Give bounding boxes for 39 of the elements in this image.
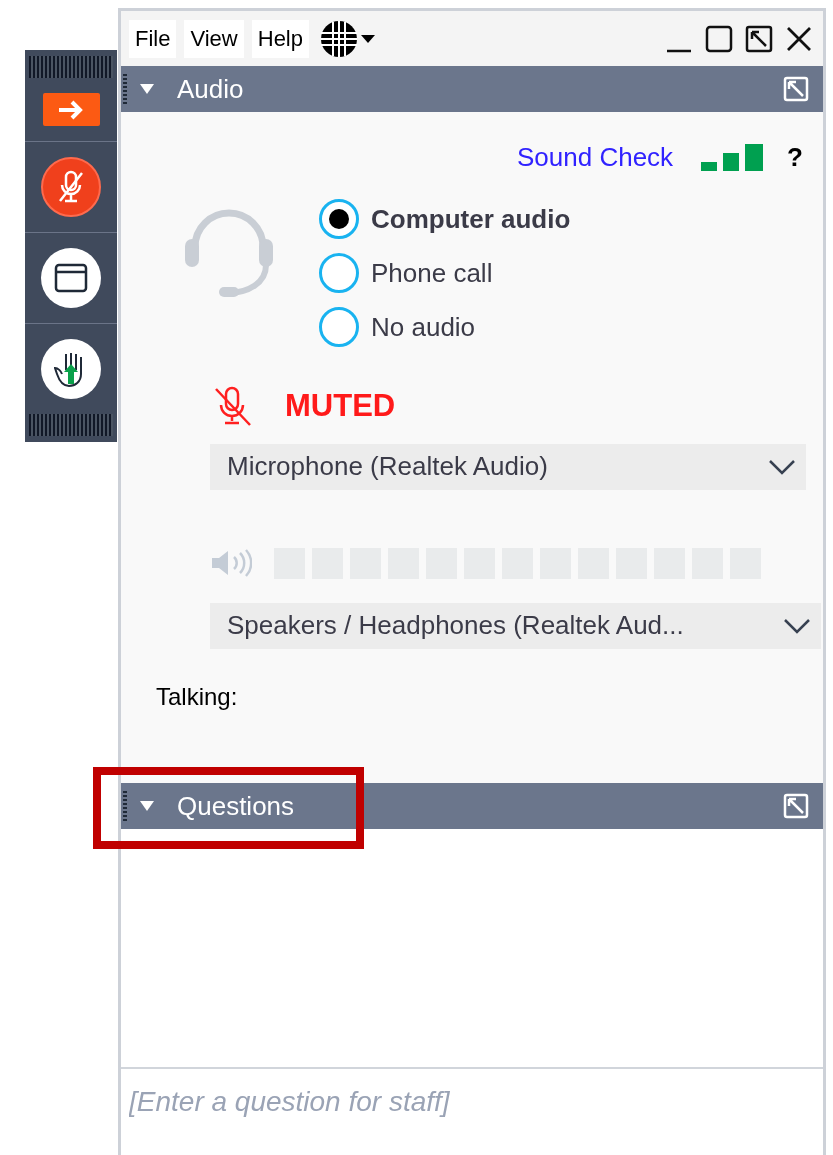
raise-hand-button[interactable] (41, 339, 101, 399)
mute-button[interactable] (41, 157, 101, 217)
radio-button[interactable] (319, 253, 359, 293)
audio-option[interactable]: Phone call (319, 253, 571, 293)
microphone-dropdown[interactable]: Microphone (Realtek Audio) (210, 443, 806, 490)
collapse-triangle-icon[interactable] (139, 800, 155, 812)
speakers-dropdown[interactable]: Speakers / Headphones (Realtek Aud... (210, 602, 821, 649)
audio-option[interactable]: No audio (319, 307, 571, 347)
window-icon (54, 263, 88, 293)
speaker-icon (210, 548, 252, 578)
grip-handle[interactable] (29, 56, 113, 78)
grip-handle[interactable] (29, 414, 113, 436)
undock-icon[interactable] (745, 24, 773, 53)
chevron-down-icon (768, 458, 796, 475)
audio-option[interactable]: Computer audio (319, 199, 571, 239)
menu-item[interactable]: Help (251, 19, 309, 58)
muted-label: MUTED (285, 387, 396, 425)
language-button[interactable] (319, 18, 375, 59)
maximize-icon[interactable] (705, 24, 733, 53)
arrow-button[interactable] (42, 93, 100, 126)
globe-icon (319, 18, 359, 59)
menu-item[interactable]: File (129, 19, 177, 58)
collapse-triangle-icon[interactable] (139, 83, 155, 95)
panel-title: Questions (177, 789, 295, 823)
signal-bars-icon (701, 143, 766, 172)
chevron-down-icon (783, 617, 811, 634)
question-input[interactable]: [Enter a question for staff] (121, 1067, 823, 1155)
talking-label: Talking: (156, 681, 239, 712)
window-button[interactable] (41, 248, 101, 308)
radio-button[interactable] (319, 307, 359, 347)
muted-microphone-icon (56, 169, 86, 205)
close-icon[interactable] (785, 24, 813, 53)
panel-title: Audio (177, 72, 244, 106)
help-icon[interactable]: ? (787, 138, 803, 177)
menu-item[interactable]: View (184, 19, 244, 58)
radio-button[interactable] (319, 199, 359, 239)
sound-check-link[interactable]: Sound Check (517, 138, 674, 177)
caret-icon (361, 34, 375, 43)
headset-icon (183, 207, 275, 299)
